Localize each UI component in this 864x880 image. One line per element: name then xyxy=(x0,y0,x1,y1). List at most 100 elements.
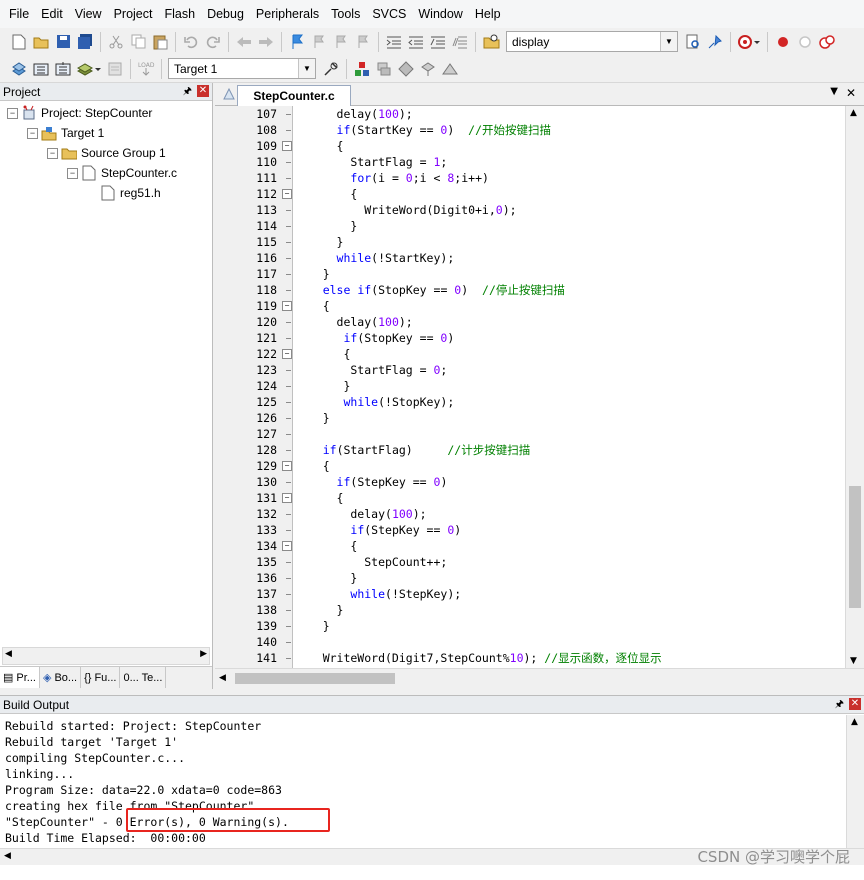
bookmark-icon[interactable] xyxy=(288,33,306,51)
build-icon[interactable] xyxy=(32,60,50,78)
pin-icon[interactable]: 🖈 xyxy=(835,697,844,714)
translate-icon[interactable] xyxy=(10,60,28,78)
breakpoint-icon[interactable] xyxy=(774,33,792,51)
code-line[interactable]: 130 if(StepKey == 0) xyxy=(215,474,844,490)
load-download-icon[interactable]: LOAD xyxy=(137,60,155,78)
code-line[interactable]: 124 } xyxy=(215,378,844,394)
code-line[interactable]: 125 while(!StopKey); xyxy=(215,394,844,410)
editor-vertical-scrollbar[interactable]: ▲ ▼ xyxy=(845,106,864,669)
navigate-forward-icon[interactable] xyxy=(257,33,275,51)
editor-horizontal-scrollbar[interactable]: ◀ xyxy=(215,668,864,689)
target-options-icon[interactable] xyxy=(322,60,340,78)
code-line[interactable]: 138 } xyxy=(215,602,844,618)
code-line[interactable]: 114 } xyxy=(215,218,844,234)
rebuild-icon[interactable] xyxy=(54,60,72,78)
code-area[interactable]: 107 delay(100); 108 if(StartKey == 0) //开… xyxy=(215,106,844,669)
scroll-left-icon[interactable]: ◀ xyxy=(5,649,12,659)
code-line[interactable]: 110 StartFlag = 1; xyxy=(215,154,844,170)
manage-rte-icon[interactable] xyxy=(397,60,415,78)
scroll-down-icon[interactable]: ▼ xyxy=(850,656,857,666)
chevron-down-icon[interactable]: ▼ xyxy=(830,86,838,97)
menu-peripherals[interactable]: Peripherals xyxy=(250,0,325,28)
code-line[interactable]: 123 StartFlag = 0; xyxy=(215,362,844,378)
scroll-up-icon[interactable]: ▲ xyxy=(851,717,858,727)
debug-session-icon[interactable] xyxy=(737,33,761,51)
scroll-right-icon[interactable]: ▶ xyxy=(200,649,207,659)
menu-edit[interactable]: Edit xyxy=(35,0,69,28)
tab-project[interactable]: ▤ Pr... xyxy=(0,667,40,688)
menu-project[interactable]: Project xyxy=(108,0,159,28)
horizontal-scroll-thumb[interactable] xyxy=(235,673,395,684)
code-line[interactable]: 136 } xyxy=(215,570,844,586)
code-line[interactable]: 140 xyxy=(215,634,844,650)
code-line[interactable]: 120 delay(100); xyxy=(215,314,844,330)
menu-help[interactable]: Help xyxy=(469,0,507,28)
close-icon[interactable]: ✕ xyxy=(846,86,856,100)
menu-window[interactable]: Window xyxy=(412,0,468,28)
fold-toggle-icon[interactable]: − xyxy=(282,349,292,359)
find-in-files-icon[interactable] xyxy=(482,33,500,51)
close-icon[interactable]: ✕ xyxy=(849,698,861,710)
undo-icon[interactable] xyxy=(182,33,200,51)
code-line[interactable]: 126 } xyxy=(215,410,844,426)
unindent-icon[interactable] xyxy=(407,33,425,51)
new-file-icon[interactable] xyxy=(10,33,28,51)
find-combo[interactable]: display ▼ xyxy=(506,31,678,52)
code-line[interactable]: 119− { xyxy=(215,298,844,314)
pack-installer-icon[interactable] xyxy=(419,60,437,78)
next-bookmark-icon[interactable] xyxy=(332,33,350,51)
code-line[interactable]: 111 for(i = 0;i < 8;i++) xyxy=(215,170,844,186)
scroll-left-icon[interactable]: ◀ xyxy=(4,851,11,861)
collapse-icon[interactable]: − xyxy=(67,167,78,179)
copy-icon[interactable] xyxy=(129,33,147,51)
disable-breakpoint-icon[interactable] xyxy=(796,33,814,51)
uncomment-icon[interactable] xyxy=(451,33,469,51)
tree-node-source-file[interactable]: − StepCounter.c xyxy=(67,163,177,183)
tab-stepcounter-c[interactable]: StepCounter.c xyxy=(237,85,351,106)
chevron-down-icon[interactable]: ▼ xyxy=(298,59,315,78)
close-icon[interactable]: ✕ xyxy=(197,85,209,97)
menu-view[interactable]: View xyxy=(69,0,108,28)
code-line[interactable]: 117 } xyxy=(215,266,844,282)
tab-templates[interactable]: 0... Te... xyxy=(120,667,167,688)
code-line[interactable]: 107 delay(100); xyxy=(215,106,844,122)
code-line[interactable]: 122− { xyxy=(215,346,844,362)
code-line[interactable]: 133 if(StepKey == 0) xyxy=(215,522,844,538)
fold-toggle-icon[interactable]: − xyxy=(282,189,292,199)
code-line[interactable]: 108 if(StartKey == 0) //开始按键扫描 xyxy=(215,122,844,138)
code-line[interactable]: 129− { xyxy=(215,458,844,474)
tree-node-include-file[interactable]: reg51.h xyxy=(100,183,161,203)
clear-bookmarks-icon[interactable] xyxy=(354,33,372,51)
code-line[interactable]: 113 WriteWord(Digit0+i,0); xyxy=(215,202,844,218)
tree-node-target[interactable]: − Target 1 xyxy=(27,123,104,143)
collapse-icon[interactable]: − xyxy=(27,127,38,139)
menu-tools[interactable]: Tools xyxy=(325,0,366,28)
target-select[interactable]: Target 1 ▼ xyxy=(168,58,316,79)
component-icon[interactable] xyxy=(441,60,459,78)
select-packs-icon[interactable] xyxy=(375,60,393,78)
fold-toggle-icon[interactable]: − xyxy=(282,301,292,311)
code-line[interactable]: 141 WriteWord(Digit7,StepCount%10); //显示… xyxy=(215,650,844,666)
fold-toggle-icon[interactable]: − xyxy=(282,461,292,471)
code-line[interactable]: 116 while(!StartKey); xyxy=(215,250,844,266)
vertical-scroll-thumb[interactable] xyxy=(849,486,861,608)
fold-toggle-icon[interactable]: − xyxy=(282,493,292,503)
code-line[interactable]: 132 delay(100); xyxy=(215,506,844,522)
code-line[interactable]: 115 } xyxy=(215,234,844,250)
chevron-down-icon[interactable]: ▼ xyxy=(660,32,677,51)
tree-node-project[interactable]: − Project: StepCounter xyxy=(7,103,152,123)
stop-build-icon[interactable] xyxy=(106,60,124,78)
build-vertical-scrollbar[interactable]: ▲ xyxy=(846,715,864,848)
kill-breakpoints-icon[interactable] xyxy=(818,33,836,51)
project-horizontal-scrollbar[interactable]: ◀ ▶ xyxy=(2,647,210,665)
open-folder-icon[interactable] xyxy=(32,33,50,51)
menu-file[interactable]: File xyxy=(0,0,35,28)
comment-icon[interactable] xyxy=(429,33,447,51)
code-line[interactable]: 109− { xyxy=(215,138,844,154)
indent-icon[interactable] xyxy=(385,33,403,51)
code-line[interactable]: 121 if(StopKey == 0) xyxy=(215,330,844,346)
save-icon[interactable] xyxy=(54,33,72,51)
fold-toggle-icon[interactable]: − xyxy=(282,541,292,551)
incremental-find-icon[interactable] xyxy=(684,33,702,51)
code-line[interactable]: 112− { xyxy=(215,186,844,202)
